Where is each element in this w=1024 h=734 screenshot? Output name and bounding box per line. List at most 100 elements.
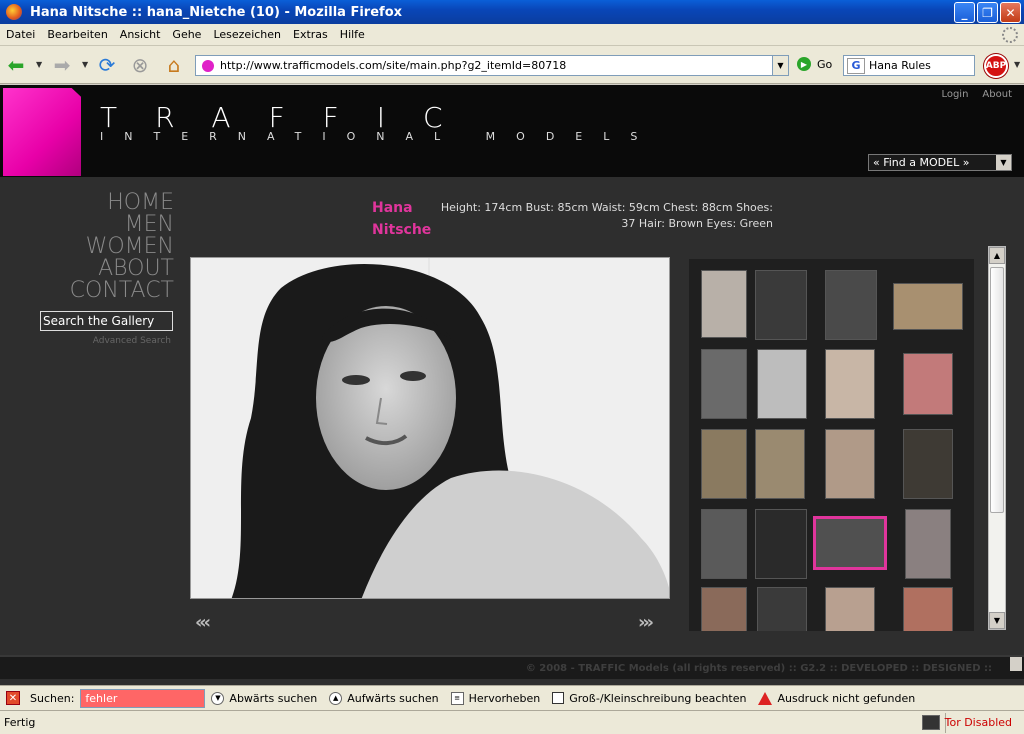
login-link[interactable]: Login (941, 89, 968, 100)
thumbnail[interactable] (825, 270, 877, 340)
nav-home[interactable]: HOME (70, 192, 174, 214)
site-footer: © 2008 - TRAFFIC Models (all rights rese… (0, 655, 1024, 679)
forward-dropdown-icon[interactable]: ▼ (82, 60, 88, 69)
thumbnail[interactable] (903, 587, 953, 631)
search-value[interactable]: Hana Rules (869, 59, 931, 72)
model-stats: Height: 174cm Bust: 85cm Waist: 59cm Che… (440, 200, 773, 232)
status-bar: Fertig Tor Disabled (0, 710, 1024, 734)
highlight-icon: ≡ (450, 691, 464, 705)
thumbnail[interactable] (701, 349, 747, 419)
back-arrow-icon[interactable]: ⬅ (4, 53, 28, 77)
minimize-button[interactable]: _ (954, 2, 975, 23)
thumbnail[interactable] (755, 429, 805, 499)
model-name: Hana Nitsche (372, 197, 431, 241)
menu-ansicht[interactable]: Ansicht (114, 28, 167, 41)
google-icon[interactable]: G (847, 57, 865, 74)
home-icon[interactable]: ⌂ (162, 53, 186, 77)
find-model-label: « Find a MODEL » (873, 156, 970, 169)
scrollbar-thumb[interactable] (990, 267, 1004, 513)
about-link[interactable]: About (982, 89, 1012, 100)
maximize-button[interactable]: ❐ (977, 2, 998, 23)
reload-icon[interactable]: ⟳ (95, 53, 119, 77)
find-next-label: Abwärts suchen (229, 691, 318, 705)
thumbnail[interactable] (903, 353, 953, 415)
thumbnail[interactable] (701, 509, 747, 579)
menu-datei[interactable]: Datei (0, 28, 41, 41)
find-previous-label: Aufwärts suchen (347, 691, 439, 705)
forward-arrow-icon[interactable]: ➡ (50, 53, 74, 77)
previous-arrow[interactable]: «‹ (195, 612, 211, 633)
navigation-toolbar: ⬅ ▼ ➡ ▼ ⟳ ⊗ ⌂ http://www.trafficmodels.c… (0, 46, 1024, 84)
thumbnail-selected[interactable] (813, 516, 887, 570)
highlight-button[interactable]: ≡ Hervorheben (450, 691, 541, 705)
scroll-up-icon[interactable]: ▲ (989, 247, 1005, 264)
tor-icon[interactable] (922, 715, 940, 730)
site-header: TRAFFIC INTERNATIONAL MODELS Login About… (0, 85, 1024, 177)
thumbnail[interactable] (701, 429, 747, 499)
abp-dropdown-icon[interactable]: ▼ (1014, 60, 1020, 69)
thumbnail[interactable] (825, 429, 875, 499)
menu-bearbeiten[interactable]: Bearbeiten (41, 28, 113, 41)
nav-about[interactable]: ABOUT (70, 258, 174, 280)
thumbnail[interactable] (755, 270, 807, 340)
logo-sub: INTERNATIONAL MODELS (100, 130, 659, 143)
nav-men[interactable]: MEN (70, 214, 174, 236)
site-logo[interactable]: TRAFFIC INTERNATIONAL MODELS (100, 101, 658, 143)
search-input[interactable]: G Hana Rules (843, 55, 975, 76)
nav-contact[interactable]: CONTACT (70, 280, 174, 302)
arrow-down-icon: ▼ (211, 691, 225, 705)
menu-hilfe[interactable]: Hilfe (334, 28, 371, 41)
adblock-plus-icon[interactable]: ABP (984, 54, 1008, 78)
go-button[interactable]: ▶ Go (797, 57, 832, 71)
next-arrow[interactable]: ›» (638, 612, 654, 633)
site-favicon-icon (202, 59, 214, 72)
portrait-image (191, 258, 669, 598)
scroll-down-icon[interactable]: ▼ (989, 612, 1005, 629)
model-stats-line1: Height: 174cm Bust: 85cm Waist: 59cm Che… (440, 201, 773, 214)
match-case-checkbox[interactable]: Groß-/Kleinschreibung beachten (552, 692, 746, 705)
find-next-button[interactable]: ▼ Abwärts suchen (211, 691, 318, 705)
thumbnail[interactable] (825, 587, 875, 631)
firefox-icon (6, 4, 22, 20)
find-input[interactable]: fehler (80, 688, 206, 708)
thumbnail[interactable] (701, 587, 747, 631)
thumbnail[interactable] (903, 429, 953, 499)
menu-gehe[interactable]: Gehe (166, 28, 207, 41)
window-titlebar: Hana Nitsche :: hana_Nietche (10) - Mozi… (0, 0, 1024, 24)
model-last-name: Nitsche (372, 222, 432, 238)
resize-grip-icon[interactable] (1010, 657, 1022, 671)
close-findbar-icon[interactable]: ✕ (6, 691, 20, 705)
tor-status[interactable]: Tor Disabled (945, 716, 1012, 729)
thumbnail[interactable] (755, 509, 807, 579)
find-status-text: Ausdruck nicht gefunden (777, 691, 916, 705)
thumbnail[interactable] (757, 349, 807, 419)
arrow-up-icon: ▲ (329, 691, 343, 705)
find-model-select[interactable]: « Find a MODEL » ▼ (868, 154, 1012, 171)
thumbnail-scrollbar[interactable]: ▲ ▼ (988, 246, 1006, 630)
model-stats-line2: 37 Hair: Brown Eyes: Green (621, 217, 773, 230)
url-text[interactable]: http://www.trafficmodels.com/site/main.p… (220, 59, 772, 72)
menu-extras[interactable]: Extras (287, 28, 334, 41)
url-dropdown-icon[interactable]: ▼ (772, 56, 788, 75)
menu-lesezeichen[interactable]: Lesezeichen (207, 28, 287, 41)
nav-women[interactable]: WOMEN (70, 236, 174, 258)
close-button[interactable]: ✕ (1000, 2, 1021, 23)
stop-icon[interactable]: ⊗ (128, 53, 152, 77)
thumbnail[interactable] (905, 509, 951, 579)
top-links: Login About (941, 89, 1012, 100)
go-label: Go (817, 57, 833, 71)
chevron-down-icon[interactable]: ▼ (996, 155, 1011, 170)
back-dropdown-icon[interactable]: ▼ (36, 60, 42, 69)
url-bar[interactable]: http://www.trafficmodels.com/site/main.p… (195, 55, 789, 76)
thumbnail[interactable] (701, 270, 747, 338)
main-photo[interactable] (190, 257, 670, 599)
checkbox-icon[interactable] (552, 692, 565, 704)
search-gallery-input[interactable]: Search the Gallery (40, 311, 173, 331)
window-title: Hana Nitsche :: hana_Nietche (10) - Mozi… (30, 4, 403, 20)
thumbnail[interactable] (825, 349, 875, 419)
highlight-label: Hervorheben (468, 691, 541, 705)
find-previous-button[interactable]: ▲ Aufwärts suchen (329, 691, 439, 705)
thumbnail[interactable] (893, 283, 963, 330)
advanced-search-link[interactable]: Advanced Search (40, 336, 171, 346)
thumbnail[interactable] (757, 587, 807, 631)
